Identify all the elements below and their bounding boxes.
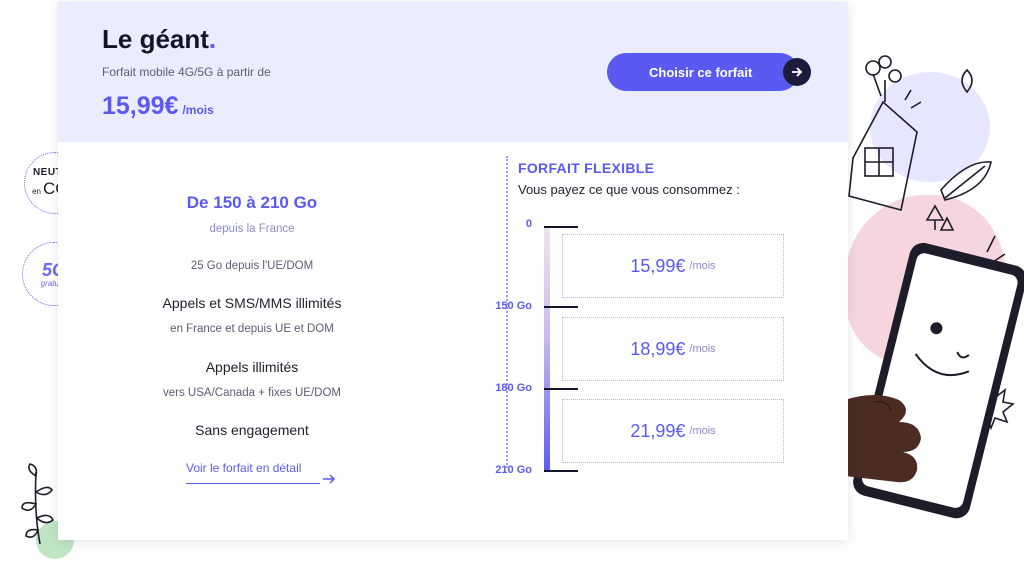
calls-sms-title: Appels et SMS/MMS illimités (162, 295, 342, 311)
price-tier-1: 15,99€ /mois (562, 234, 784, 298)
choose-plan-label: Choisir ce forfait (649, 64, 753, 80)
calls-sub: vers USA/Canada + fixes UE/DOM (163, 387, 341, 399)
usage-scale-bar (544, 228, 550, 472)
plan-price: 15,99€/mois (102, 92, 214, 121)
plan-title: Le géant. (102, 24, 216, 55)
scale-tick (544, 470, 578, 472)
phone-hand-illustration (845, 55, 1024, 519)
co2-badge-en: en (32, 187, 41, 196)
eu-data: 25 Go depuis l'UE/DOM (190, 260, 314, 272)
tier-unit: /mois (689, 425, 716, 437)
flexible-subtitle: Vous payez ce que vous consommez : (518, 182, 740, 197)
choose-plan-button[interactable]: Choisir ce forfait (607, 53, 811, 91)
commitment: Sans engagement (195, 422, 309, 438)
plan-price-value: 15,99€ (102, 92, 179, 120)
see-plan-details-link[interactable]: Voir le forfait en détail (186, 461, 320, 484)
tick-label-150: 150 Go (495, 300, 532, 312)
arrow-right-icon (783, 58, 811, 86)
plan-title-text: Le géant (102, 24, 209, 54)
tick-label-210: 210 Go (495, 464, 532, 476)
price-tier-3: 21,99€ /mois (562, 399, 784, 463)
flexible-title: FORFAIT FLEXIBLE (518, 160, 655, 176)
plan-card-header: Le géant. Forfait mobile 4G/5G à partir … (58, 2, 848, 142)
calls-title: Appels illimités (205, 359, 299, 375)
plan-price-unit: /mois (182, 103, 214, 117)
scale-tick (544, 306, 578, 308)
tier-unit: /mois (689, 343, 716, 355)
tick-label-0: 0 (525, 218, 532, 230)
plan-title-dot: . (208, 24, 217, 54)
page: NEUTRE en CO2 5G gratuite Le géant. Forf… (0, 0, 1024, 576)
tier-price: 21,99€ (630, 420, 686, 441)
calls-sms-sub: en France et depuis UE et DOM (170, 323, 334, 335)
plan-card: Le géant. Forfait mobile 4G/5G à partir … (58, 2, 848, 540)
tier-price: 15,99€ (630, 255, 686, 276)
column-divider (506, 156, 508, 468)
scale-tick (544, 226, 578, 228)
tick-label-180: 180 Go (495, 382, 532, 394)
data-origin: depuis la France (209, 223, 295, 235)
tier-price: 18,99€ (630, 338, 686, 359)
tier-unit: /mois (689, 260, 716, 272)
link-arrow-icon (323, 474, 336, 484)
data-range: De 150 à 210 Go (186, 193, 318, 212)
scale-tick (544, 388, 578, 390)
price-tier-2: 18,99€ /mois (562, 317, 784, 381)
plan-subtitle: Forfait mobile 4G/5G à partir de (102, 65, 271, 79)
